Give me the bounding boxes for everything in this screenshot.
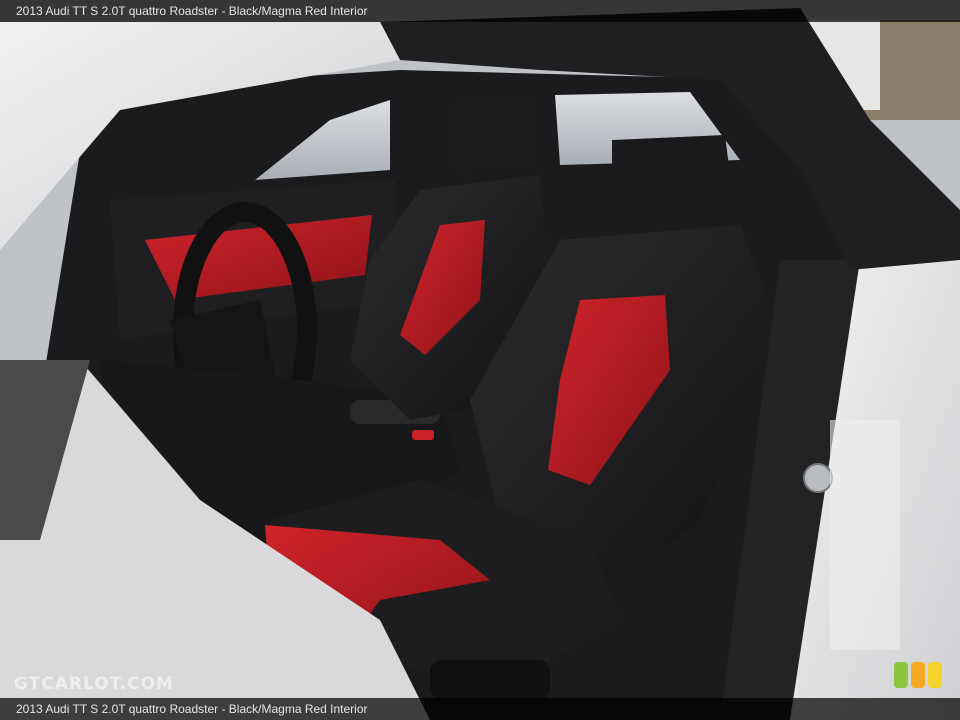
car-interior-photo	[0, 0, 960, 720]
photo-viewer: 2013 Audi TT S 2.0T quattro Roadster - B…	[0, 0, 960, 720]
passenger-headrest	[455, 95, 535, 170]
watermark-logo: GTCARLOT.COM	[14, 674, 174, 694]
seat-adjust-controls	[430, 660, 550, 700]
badge-yellow-square	[928, 662, 942, 688]
red-button	[412, 430, 434, 440]
site-badge-icon	[894, 662, 942, 688]
caption-bottom: 2013 Audi TT S 2.0T quattro Roadster - B…	[0, 698, 960, 720]
caption-top: 2013 Audi TT S 2.0T quattro Roadster - B…	[0, 0, 960, 22]
door-latch	[803, 463, 833, 493]
driver-headrest	[612, 135, 735, 225]
badge-green-square	[894, 662, 908, 688]
badge-orange-square	[911, 662, 925, 688]
door-sticker	[830, 420, 900, 650]
